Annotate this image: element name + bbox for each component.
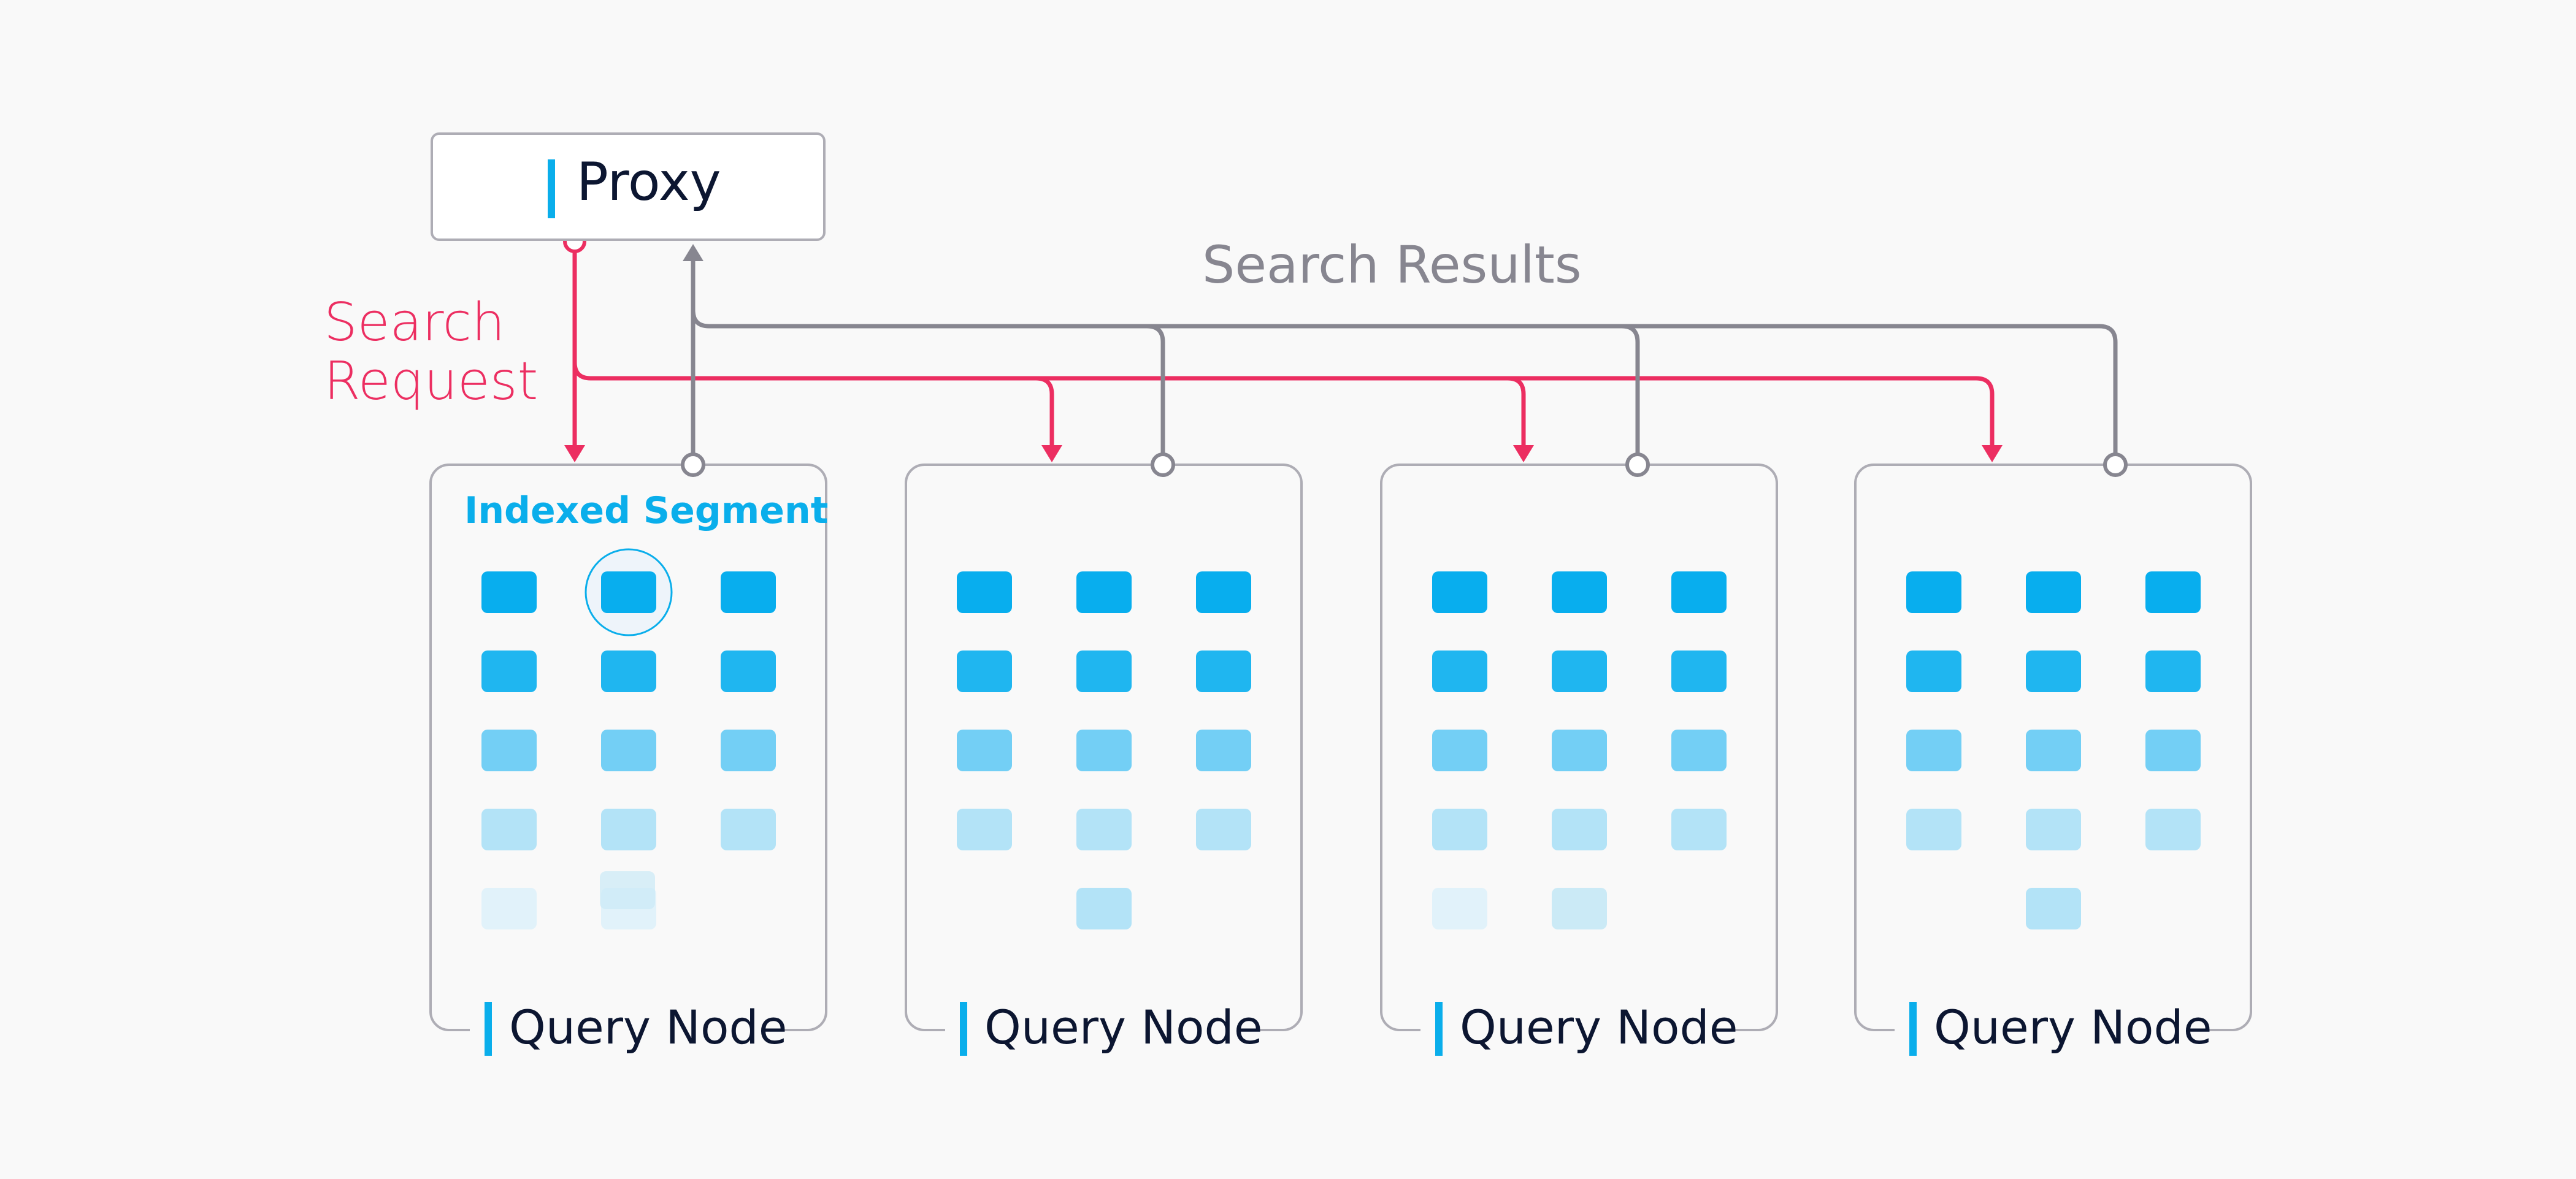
query-node-4[interactable] xyxy=(1855,465,2251,1030)
search-request-label-line1: Search xyxy=(324,292,505,353)
search-request-branch-node-3 xyxy=(1507,376,1526,446)
search-results-branch-node-2 xyxy=(1146,324,1165,465)
request-arrowhead-icon xyxy=(564,445,585,462)
request-arrowhead-icon xyxy=(1982,445,2003,462)
search-results-branch-node-3 xyxy=(1621,324,1640,465)
query-node-3[interactable] xyxy=(1381,465,1777,1030)
search-request-label-line2: Request xyxy=(324,351,539,412)
request-arrowhead-icon xyxy=(1041,445,1062,462)
results-arrowhead-icon xyxy=(683,244,703,261)
indexed-segment-label: Indexed Segment xyxy=(464,489,829,532)
search-request-branch-node-2 xyxy=(1035,376,1054,446)
query-node-1[interactable] xyxy=(431,465,826,1030)
search-request-label: Search Request xyxy=(324,293,538,411)
proxy-accent-bar xyxy=(548,159,555,218)
proxy-node[interactable]: Proxy xyxy=(431,132,826,241)
request-arrowhead-icon xyxy=(1513,445,1534,462)
query-node-2[interactable] xyxy=(906,465,1301,1030)
search-results-label: Search Results xyxy=(1202,235,1582,295)
proxy-label: Proxy xyxy=(577,151,721,213)
diagram-canvas: Proxy Search Request Search Results Quer… xyxy=(0,0,2576,1179)
